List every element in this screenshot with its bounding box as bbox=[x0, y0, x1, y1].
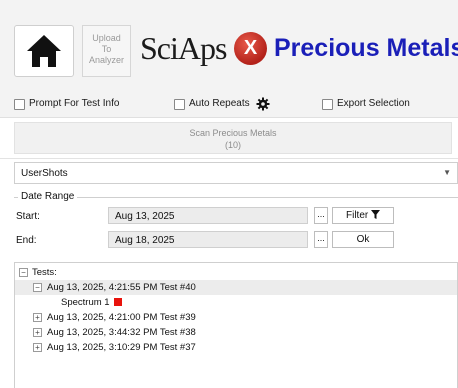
collapse-icon[interactable]: − bbox=[33, 283, 42, 292]
start-date-picker-button[interactable]: ... bbox=[314, 207, 328, 224]
home-icon bbox=[27, 35, 61, 67]
expand-icon[interactable]: + bbox=[33, 313, 42, 322]
auto-repeats-checkbox[interactable] bbox=[174, 99, 185, 110]
user-select-dropdown[interactable]: UserShots ▼ bbox=[14, 162, 458, 184]
gear-icon[interactable] bbox=[256, 97, 270, 111]
tree-item-test-40[interactable]: − Aug 13, 2025, 4:21:55 PM Test #40 bbox=[15, 280, 457, 295]
start-label: Start: bbox=[16, 211, 40, 222]
start-date-field[interactable]: Aug 13, 2025 bbox=[108, 207, 308, 224]
expand-icon[interactable]: + bbox=[33, 343, 42, 352]
divider bbox=[0, 158, 458, 159]
scan-button-label: Scan Precious Metals bbox=[189, 128, 277, 138]
home-button[interactable] bbox=[14, 25, 74, 77]
user-select-value: UserShots bbox=[21, 168, 68, 179]
upload-to-analyzer-button[interactable]: Upload To Analyzer bbox=[82, 25, 131, 77]
filter-icon bbox=[371, 210, 380, 219]
scan-precious-metals-button[interactable]: Scan Precious Metals (10) bbox=[14, 122, 452, 154]
scan-count: (10) bbox=[224, 140, 241, 150]
export-selection-checkbox[interactable] bbox=[322, 99, 333, 110]
ok-button[interactable]: Ok bbox=[332, 231, 394, 248]
options-row: Prompt For Test Info Auto Repeats Export… bbox=[0, 92, 458, 118]
product-title: Precious Metals bbox=[274, 34, 458, 62]
filter-button[interactable]: Filter bbox=[332, 207, 394, 224]
date-range-group: Date Range Start: Aug 13, 2025 ... Filte… bbox=[14, 191, 458, 255]
tree-item-label: Aug 13, 2025, 3:44:32 PM Test #38 bbox=[47, 327, 196, 338]
filter-label: Filter bbox=[345, 210, 369, 221]
tests-tree[interactable]: − Tests: − Aug 13, 2025, 4:21:55 PM Test… bbox=[14, 262, 458, 388]
tree-item-label: Aug 13, 2025, 4:21:55 PM Test #40 bbox=[47, 282, 196, 293]
collapse-icon[interactable]: − bbox=[19, 268, 28, 277]
end-date-picker-button[interactable]: ... bbox=[314, 231, 328, 248]
date-range-legend: Date Range bbox=[18, 191, 78, 202]
auto-repeats-label: Auto Repeats bbox=[189, 98, 250, 109]
logo-x-mark: X bbox=[234, 32, 267, 65]
chevron-down-icon: ▼ bbox=[443, 168, 451, 177]
prompt-for-test-info-label: Prompt For Test Info bbox=[29, 98, 120, 109]
tree-item-label: Aug 13, 2025, 3:10:29 PM Test #37 bbox=[47, 342, 196, 353]
sciaps-logo: SciAps bbox=[140, 30, 227, 66]
spectrum-label: Spectrum 1 bbox=[61, 297, 110, 308]
prompt-for-test-info-checkbox[interactable] bbox=[14, 99, 25, 110]
tree-item-label: Aug 13, 2025, 4:21:00 PM Test #39 bbox=[47, 312, 196, 323]
tree-root-label: Tests: bbox=[32, 267, 57, 278]
spectrum-color-marker bbox=[113, 298, 122, 306]
export-selection-label: Export Selection bbox=[337, 98, 410, 109]
end-date-field[interactable]: Aug 18, 2025 bbox=[108, 231, 308, 248]
expand-icon[interactable]: + bbox=[33, 328, 42, 337]
end-label: End: bbox=[16, 235, 37, 246]
